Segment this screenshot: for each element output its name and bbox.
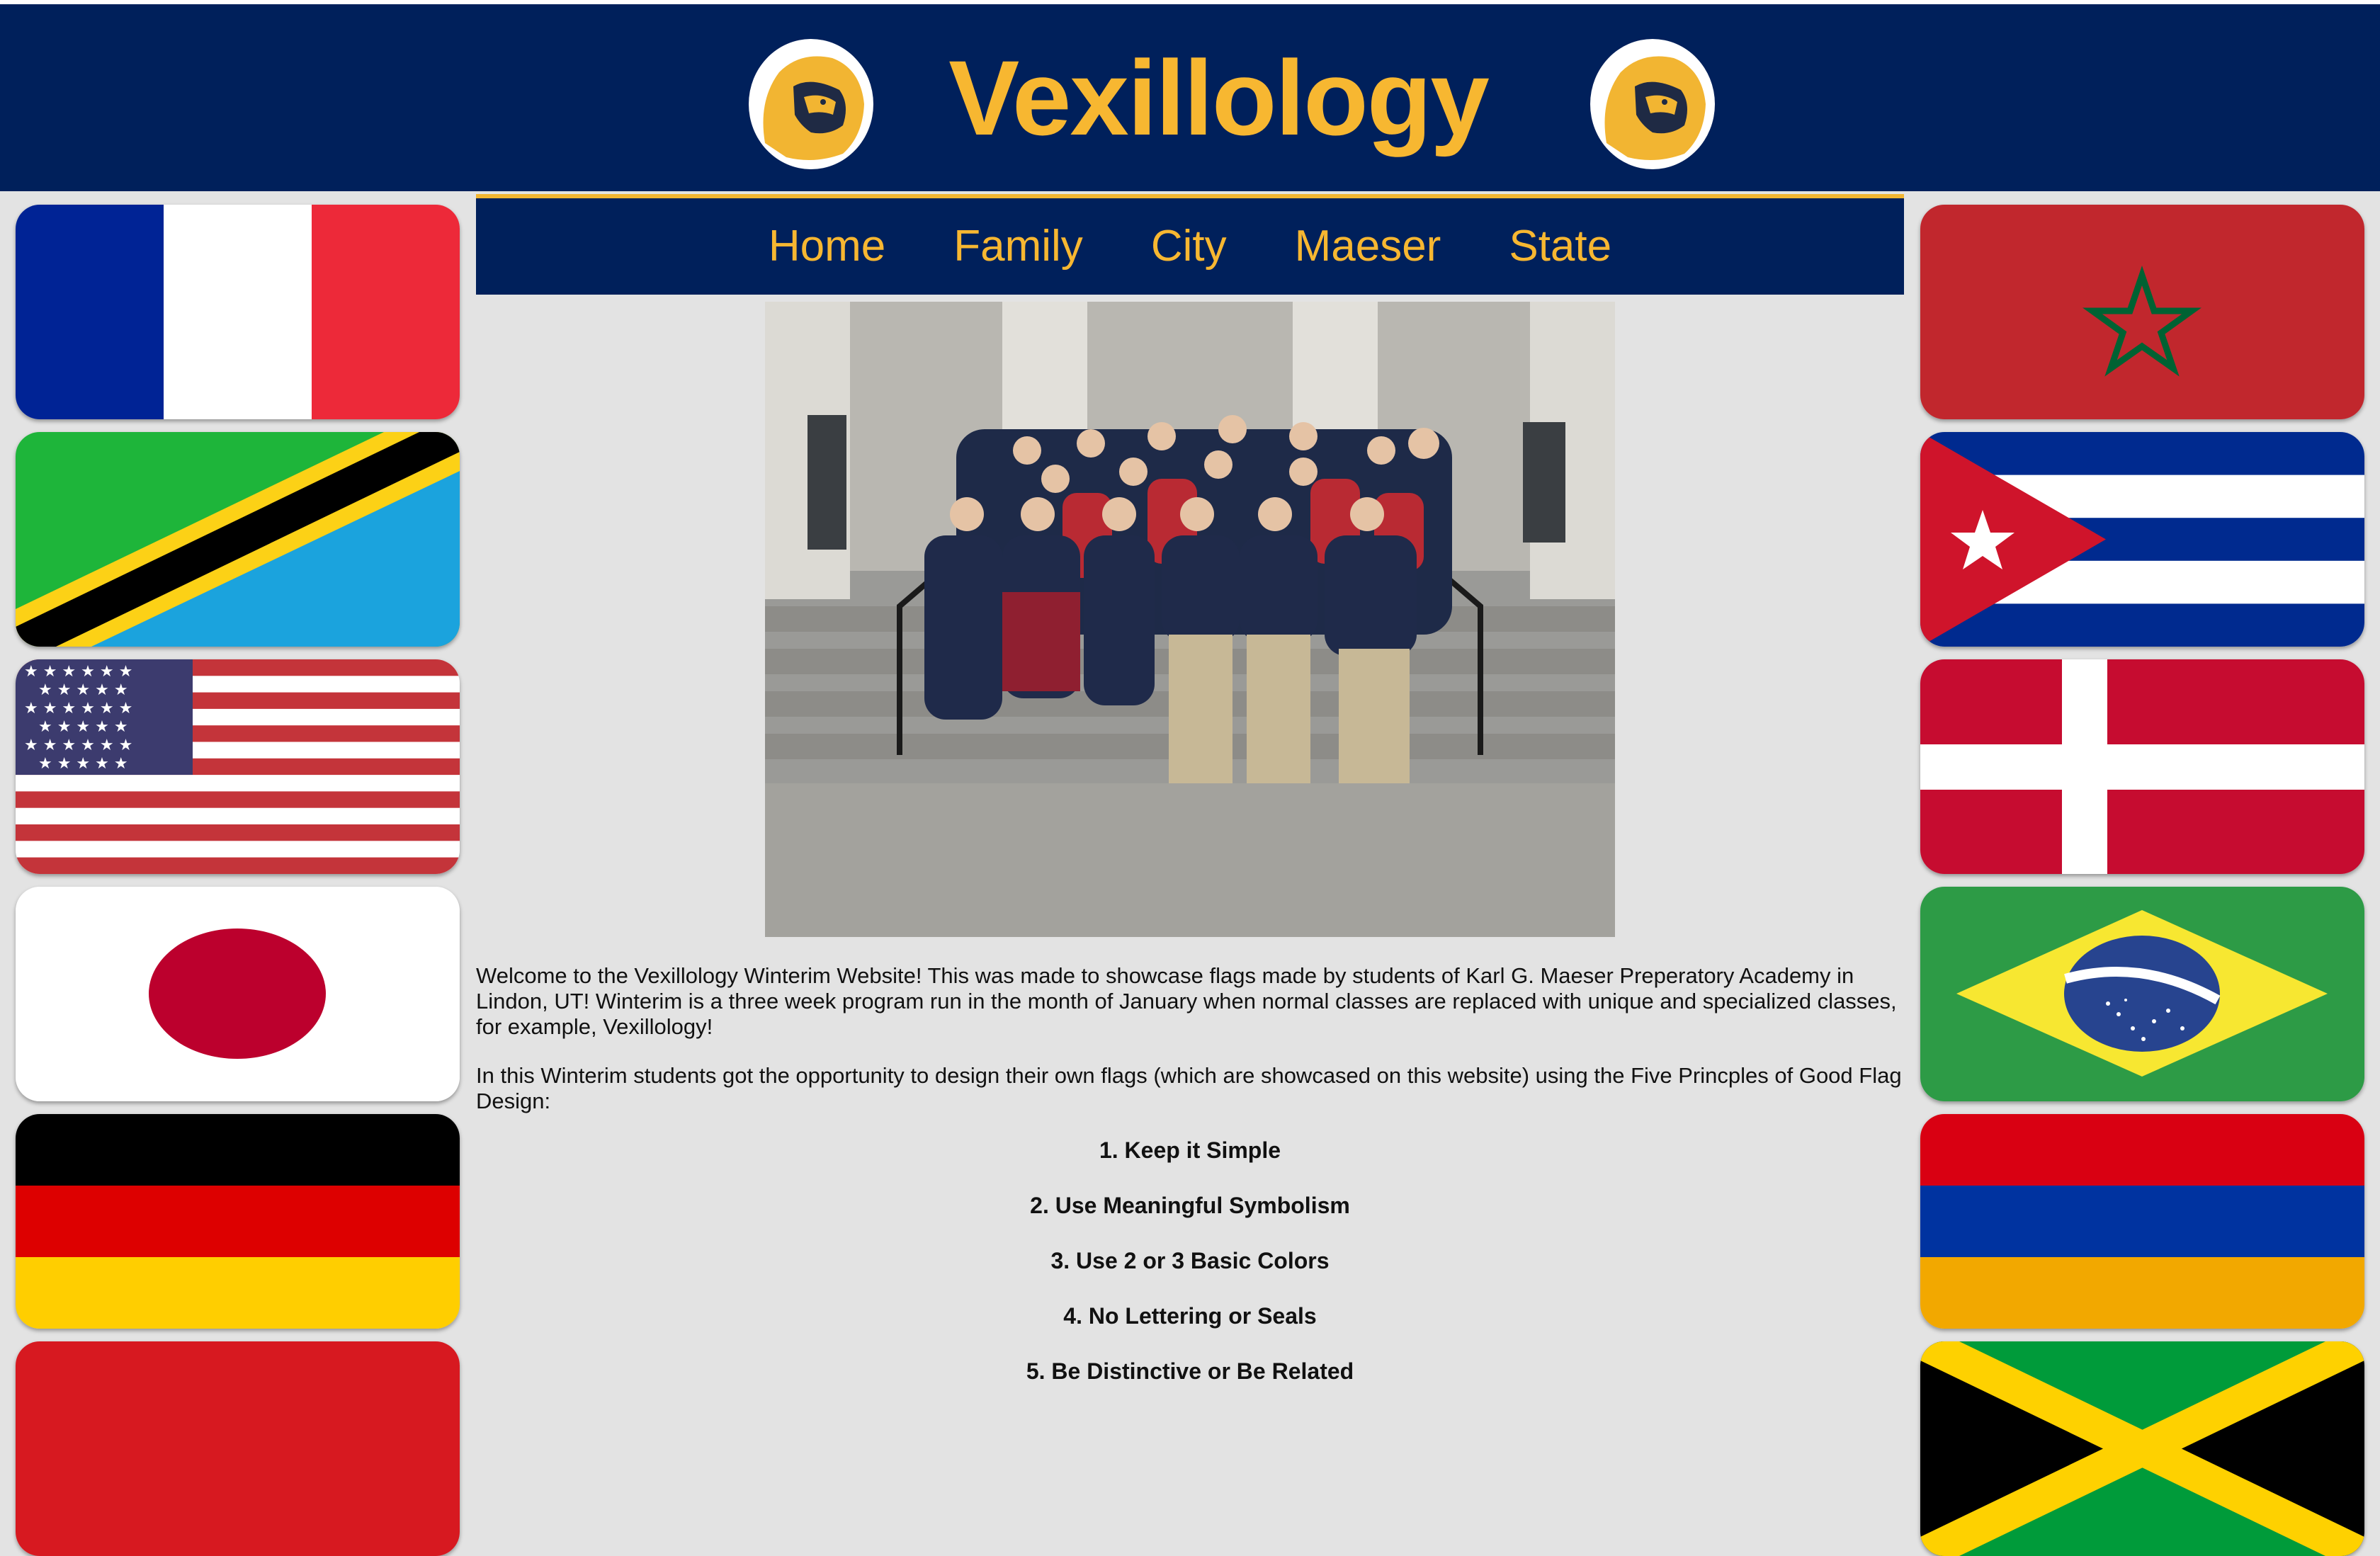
design-paragraph: In this Winterim students got the opport… [476,1063,1902,1113]
cuba-flag[interactable] [1920,432,2364,647]
intro-paragraph: Welcome to the Vexillology Winterim Webs… [476,963,1897,1039]
svg-text:★ ★ ★ ★ ★ ★: ★ ★ ★ ★ ★ ★ [24,700,132,717]
site-header: Vexillology [0,4,2380,191]
tanzania-flag[interactable] [16,432,460,647]
nav-city[interactable]: City [1151,222,1227,271]
brazil-flag[interactable] [1920,887,2364,1101]
principle-item: 4. No Lettering or Seals [1063,1303,1317,1329]
nav-maeser[interactable]: Maeser [1295,222,1441,271]
principle-item: 5. Be Distinctive or Be Related [1026,1358,1354,1384]
france-flag[interactable] [16,205,460,419]
morocco-flag[interactable] [1920,205,2364,419]
red-flag[interactable] [16,1341,460,1556]
class-group-photo [765,302,1615,937]
principles-list: 1. Keep it Simple 2. Use Meaningful Symb… [476,1137,1904,1384]
denmark-flag[interactable] [1920,659,2364,874]
svg-text:★ ★ ★ ★ ★: ★ ★ ★ ★ ★ [38,718,128,736]
nav-family[interactable]: Family [953,222,1083,271]
japan-flag[interactable] [16,887,460,1101]
main-nav: Home Family City Maeser State [476,194,1904,295]
svg-text:★ ★ ★ ★ ★: ★ ★ ★ ★ ★ [38,755,128,773]
lion-mascot-icon [749,39,873,169]
usa-flag[interactable]: ★ ★ ★ ★ ★ ★ ★ ★ ★ ★ ★ ★ ★ ★ ★ ★ ★ ★ ★ ★ … [16,659,460,874]
principle-item: 1. Keep it Simple [1099,1137,1281,1163]
main-content: Welcome to the Vexillology Winterim Webs… [476,963,1904,1414]
armenia-flag[interactable] [1920,1114,2364,1329]
svg-text:★ ★ ★ ★ ★: ★ ★ ★ ★ ★ [38,681,128,699]
nav-home[interactable]: Home [769,222,885,271]
svg-text:★ ★ ★ ★ ★ ★: ★ ★ ★ ★ ★ ★ [24,663,132,681]
site-title: Vexillology [948,38,1490,157]
lion-mascot-icon [1590,39,1715,169]
nav-state[interactable]: State [1509,222,1611,271]
principle-item: 2. Use Meaningful Symbolism [1030,1193,1350,1218]
principle-item: 3. Use 2 or 3 Basic Colors [1050,1248,1330,1273]
svg-text:★ ★ ★ ★ ★ ★: ★ ★ ★ ★ ★ ★ [24,737,132,754]
germany-flag[interactable] [16,1114,460,1329]
jamaica-flag[interactable] [1920,1341,2364,1556]
